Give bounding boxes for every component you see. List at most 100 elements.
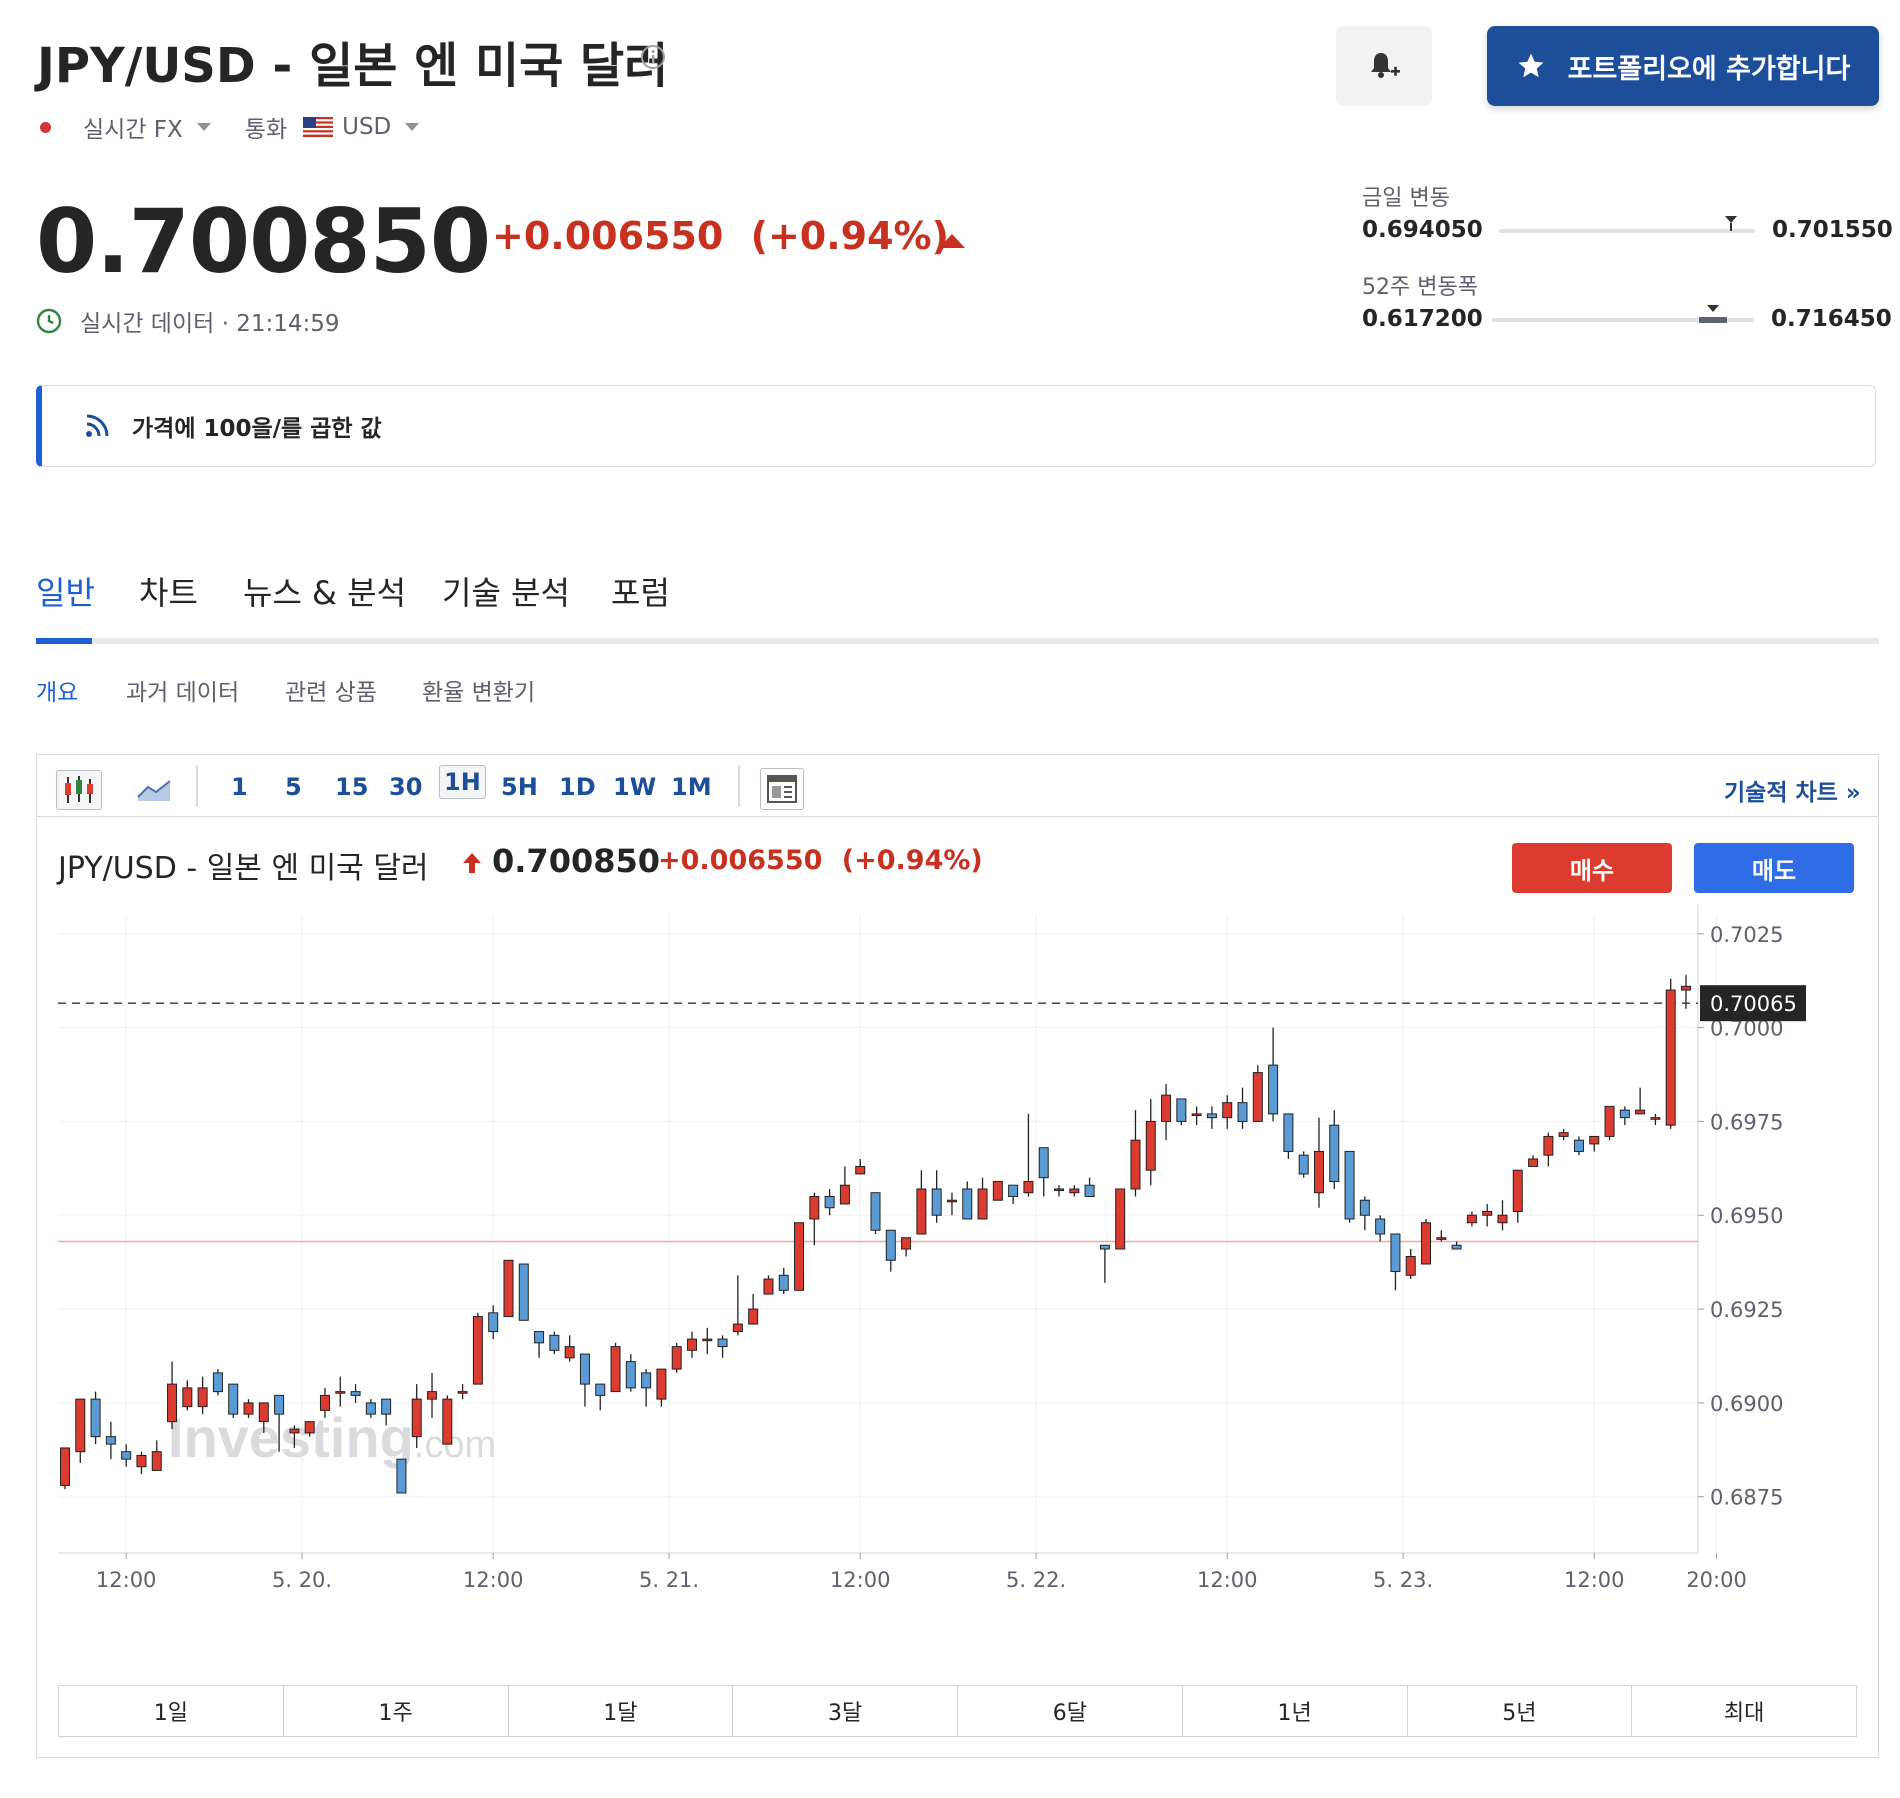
candle-body — [1145, 1120, 1156, 1171]
chevron-down-icon[interactable] — [196, 123, 211, 131]
x-tick-label: 12:00 — [830, 1568, 891, 1592]
candle-body — [197, 1387, 208, 1408]
tab-forum[interactable]: 포럼 — [611, 568, 670, 614]
candle-body — [518, 1263, 529, 1321]
info-icon[interactable] — [640, 44, 666, 70]
timeframe-1d[interactable]: 1D — [559, 773, 596, 801]
chart-last-price: 0.700850 — [492, 842, 661, 880]
period-5y[interactable]: 5년 — [1408, 1686, 1633, 1736]
toolbar-separator — [738, 765, 740, 807]
subtab-currency-converter[interactable]: 환율 변환기 — [422, 673, 535, 707]
timeframe-15[interactable]: 15 — [335, 773, 368, 801]
day-range-bar — [1499, 229, 1755, 233]
candle-body — [1023, 1180, 1034, 1194]
timeframe-1m[interactable]: 1M — [671, 773, 712, 801]
chart-instrument-title: JPY/USD - 일본 엔 미국 달러 — [58, 851, 429, 886]
chart-toolbar — [37, 755, 1878, 817]
period-6m[interactable]: 6달 — [958, 1686, 1183, 1736]
period-max[interactable]: 최대 — [1632, 1686, 1856, 1736]
candle-body — [1558, 1132, 1569, 1137]
period-1w[interactable]: 1주 — [284, 1686, 509, 1736]
tab-news-analysis[interactable]: 뉴스 & 분석 — [243, 568, 406, 614]
candle-body — [794, 1222, 805, 1291]
candle-body — [1543, 1135, 1554, 1156]
candle-body — [457, 1391, 468, 1394]
layout-icon — [767, 775, 797, 803]
candle-body — [1008, 1184, 1019, 1197]
candle-body — [1421, 1222, 1432, 1265]
candle-body — [105, 1436, 116, 1445]
subtab-overview[interactable]: 개요 — [36, 673, 78, 707]
candle-body — [1130, 1139, 1141, 1190]
candle-body — [839, 1184, 850, 1205]
day-range-marker-icon — [1725, 216, 1738, 231]
candle-body — [1512, 1169, 1523, 1212]
tab-technical-analysis[interactable]: 기술 분석 — [442, 568, 570, 614]
chart-change-value: +0.006550 — [658, 845, 823, 876]
candle-body — [656, 1368, 667, 1400]
buy-button[interactable]: 매수 — [1512, 843, 1672, 893]
portfolio-button-label: 포트폴리오에 추가합니다 — [1567, 53, 1851, 85]
y-tick-label: 0.6875 — [1710, 1486, 1783, 1510]
candle-body — [442, 1398, 453, 1445]
sell-button[interactable]: 매도 — [1694, 843, 1854, 893]
timeframe-1[interactable]: 1 — [231, 773, 248, 801]
change-value: +0.006550 — [492, 214, 724, 258]
candle-body — [136, 1454, 147, 1468]
candle-body — [1115, 1188, 1126, 1250]
realtime-status: 실시간 데이터 · 21:14:59 — [36, 304, 340, 338]
timeframe-1h[interactable]: 1H — [439, 765, 486, 799]
timeframe-30[interactable]: 30 — [389, 773, 422, 801]
area-chart-button[interactable] — [132, 770, 176, 808]
add-to-portfolio-button[interactable]: 포트폴리오에 추가합니다 — [1487, 26, 1879, 106]
timeframe-5[interactable]: 5 — [285, 773, 302, 801]
candlestick-chart-button[interactable] — [56, 770, 102, 810]
arrow-up-icon — [463, 853, 481, 873]
candle-body — [1375, 1218, 1386, 1235]
timeframe-1w[interactable]: 1W — [613, 773, 656, 801]
candle-body — [167, 1383, 178, 1423]
candle-body — [901, 1237, 912, 1250]
period-3m[interactable]: 3달 — [733, 1686, 958, 1736]
candle-body — [319, 1394, 330, 1411]
candle-body — [579, 1353, 590, 1385]
candle-body — [1436, 1237, 1447, 1240]
candle-body — [885, 1229, 896, 1261]
candle-body — [992, 1180, 1003, 1201]
add-alert-button[interactable] — [1336, 26, 1432, 106]
candle-body — [1054, 1188, 1065, 1192]
candle-body — [350, 1391, 361, 1396]
period-1y[interactable]: 1년 — [1183, 1686, 1408, 1736]
candle-body — [1497, 1214, 1508, 1224]
candle-body — [1298, 1154, 1309, 1175]
candle-body — [1268, 1064, 1279, 1115]
candle-body — [1681, 985, 1691, 991]
candle-body — [1038, 1147, 1049, 1179]
x-tick-label: 12:00 — [1564, 1568, 1625, 1592]
week52-range-fill — [1698, 317, 1727, 323]
candle-body — [427, 1391, 438, 1400]
candle-body — [151, 1451, 162, 1471]
candle-body — [686, 1338, 697, 1351]
tab-divider — [36, 638, 1879, 644]
currency-selector[interactable]: USD — [342, 114, 391, 140]
week52-range-high: 0.716450 — [1771, 306, 1892, 332]
feed-selector[interactable]: 실시간 FX — [83, 110, 183, 144]
candlestick-chart[interactable]: Investing.com 0.70250.70000.69750.69500.… — [58, 905, 1820, 1595]
candle-body — [549, 1334, 560, 1351]
chevron-down-icon[interactable] — [405, 123, 420, 131]
candle-body — [1099, 1244, 1110, 1250]
candle-body — [228, 1383, 239, 1415]
tab-general[interactable]: 일반 — [36, 568, 95, 614]
tab-chart[interactable]: 차트 — [139, 568, 198, 614]
period-1d[interactable]: 1일 — [59, 1686, 284, 1736]
subtab-historical-data[interactable]: 과거 데이터 — [126, 673, 239, 707]
subtab-related-products[interactable]: 관련 상품 — [285, 673, 377, 707]
technical-chart-link[interactable]: 기술적 차트 » — [1724, 773, 1861, 807]
candle-body — [1482, 1210, 1493, 1216]
candle-body — [931, 1188, 942, 1216]
chart-layout-button[interactable] — [760, 768, 804, 810]
candle-body — [1222, 1102, 1233, 1119]
period-1m[interactable]: 1달 — [509, 1686, 734, 1736]
timeframe-5h[interactable]: 5H — [501, 773, 538, 801]
